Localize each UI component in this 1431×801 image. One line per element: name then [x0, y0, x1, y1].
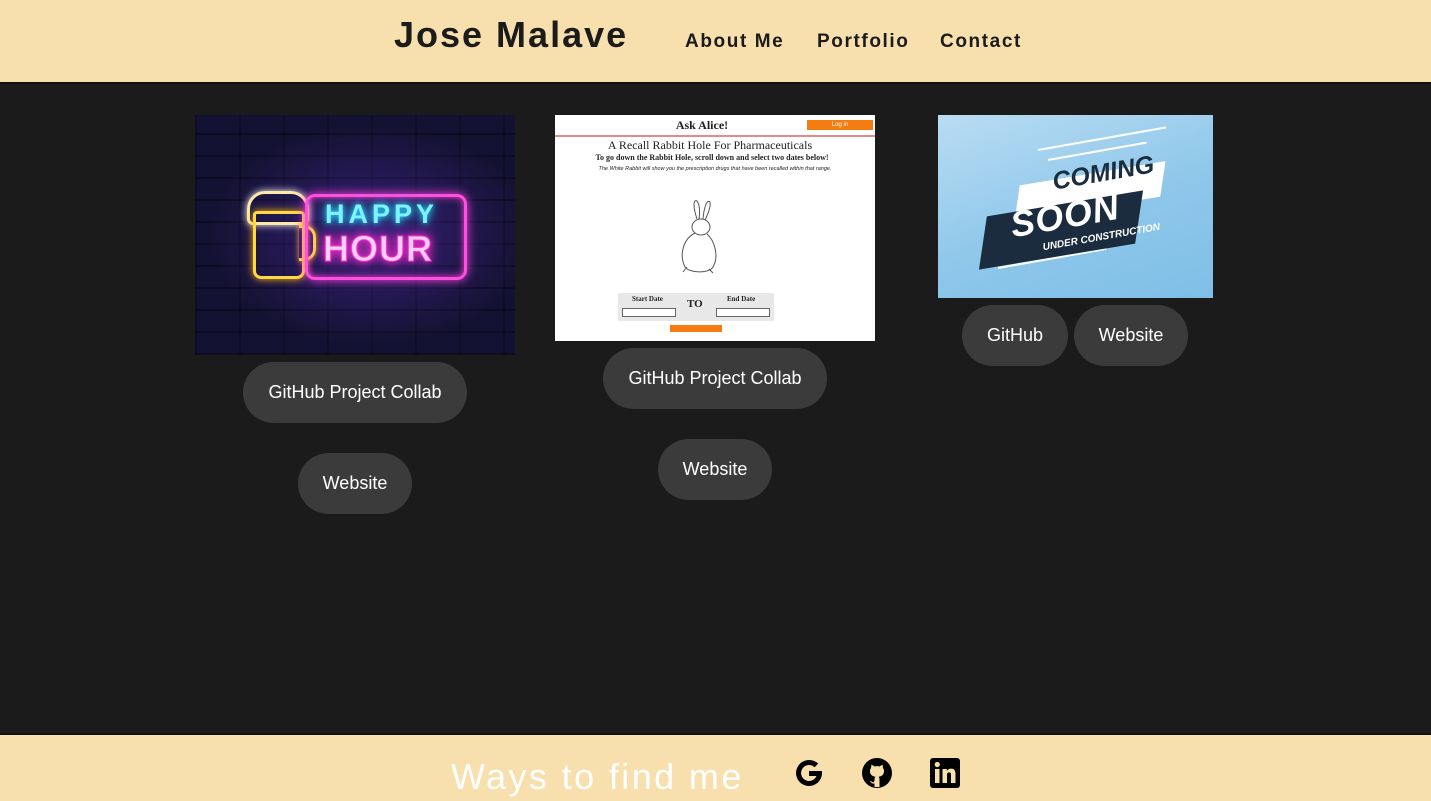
- website-button[interactable]: Website: [298, 453, 412, 514]
- linkedin-icon[interactable]: [929, 757, 961, 789]
- end-date-label: End Date: [727, 295, 756, 303]
- nav-link-portfolio[interactable]: Portfolio: [817, 31, 910, 53]
- start-date-box: [622, 308, 676, 317]
- to-label: TO: [687, 298, 703, 310]
- screenshot-title: Ask Alice!: [675, 118, 729, 132]
- website-button[interactable]: Website: [658, 439, 772, 500]
- rabbit-icon: [681, 200, 717, 274]
- screenshot-heading: A Recall Rabbit Hole For Pharmaceuticals: [607, 138, 813, 152]
- website-button[interactable]: Website: [1074, 305, 1188, 366]
- footer-title: Ways to find me: [451, 756, 744, 797]
- site-brand[interactable]: Jose Malave: [394, 14, 628, 56]
- nav-link-contact[interactable]: Contact: [940, 31, 1022, 53]
- github-icon[interactable]: [861, 757, 893, 789]
- date-range-panel: Start Date TO End Date: [618, 293, 774, 321]
- decor-line: [1037, 126, 1167, 151]
- screenshot-note: The White Rabbit will show you the presc…: [598, 166, 832, 172]
- start-date-label: Start Date: [632, 295, 663, 303]
- github-project-collab-button[interactable]: GitHub Project Collab: [243, 362, 467, 423]
- nav-link-about[interactable]: About Me: [685, 31, 784, 53]
- project-image-happy-hour: HAPPY HOUR: [195, 115, 515, 355]
- end-date-box: [716, 308, 770, 317]
- neon-text-hour: HOUR: [323, 228, 433, 270]
- project-image-coming-soon: COMING SOON UNDER CONSTRUCTION: [938, 115, 1213, 298]
- google-icon[interactable]: [793, 757, 825, 789]
- screenshot-login-button: Log in: [807, 120, 873, 130]
- github-button[interactable]: GitHub: [962, 305, 1068, 366]
- project-image-ask-alice: Ask Alice! Log in A Recall Rabbit Hole F…: [555, 115, 875, 341]
- beer-mug-icon: [253, 211, 305, 279]
- neon-text-happy: HAPPY: [325, 199, 439, 229]
- screenshot-submit: [670, 325, 722, 332]
- github-project-collab-button[interactable]: GitHub Project Collab: [603, 348, 827, 409]
- screenshot-instruction: To go down the Rabbit Hole, scroll down …: [595, 153, 829, 162]
